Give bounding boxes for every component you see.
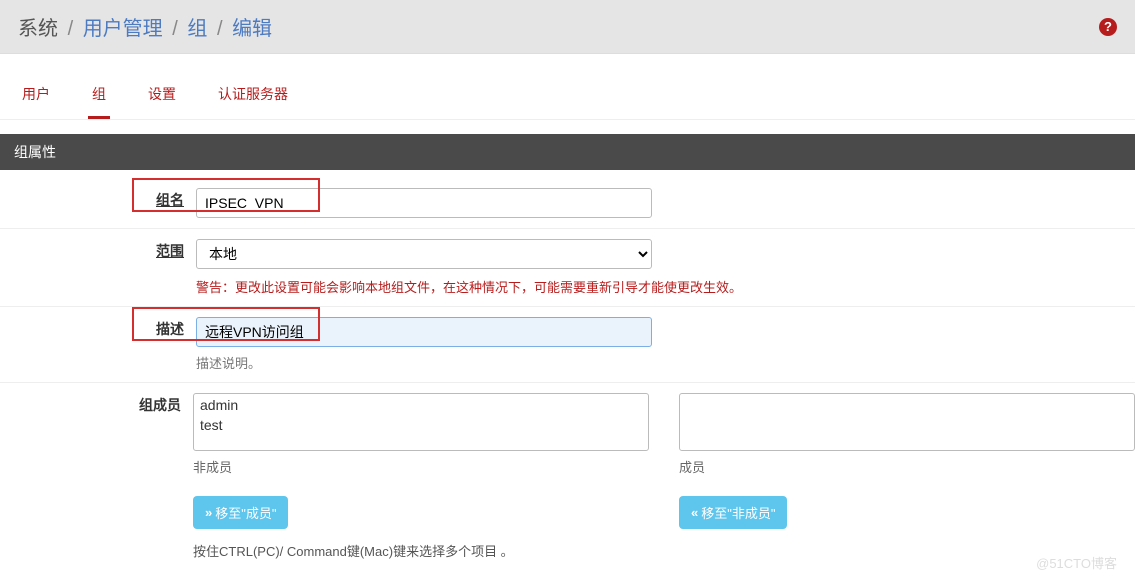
label-members: 组成员 bbox=[139, 397, 181, 413]
tab-row: 用户 组 设置 认证服务器 bbox=[0, 54, 1135, 120]
tab-groups[interactable]: 组 bbox=[88, 76, 110, 119]
breadcrumb-group[interactable]: 组 bbox=[187, 18, 207, 40]
panel-title: 组属性 bbox=[0, 134, 1135, 170]
tab-auth-servers[interactable]: 认证服务器 bbox=[214, 76, 292, 119]
form-area: 组名 范围 本地 警告：更改此设置可能会影响本地组文件，在这种情况下，可能需要重… bbox=[0, 170, 1135, 582]
breadcrumb: 系统 / 用户管理 / 组 / 编辑 bbox=[18, 12, 272, 41]
multi-select-hint: 按住CTRL(PC)/ Command键(Mac)键来选择多个项目 。 bbox=[193, 541, 649, 560]
breadcrumb-system: 系统 bbox=[18, 18, 58, 40]
label-group-name: 组名 bbox=[156, 192, 184, 208]
move-to-members-button[interactable]: » 移至"成员" bbox=[193, 496, 288, 529]
non-members-label: 非成员 bbox=[193, 457, 649, 476]
help-icon[interactable]: ? bbox=[1099, 18, 1117, 36]
members-column: 成员 bbox=[679, 393, 1135, 476]
non-members-column: admin test 非成员 bbox=[193, 393, 649, 476]
non-members-listbox[interactable]: admin test bbox=[193, 393, 649, 451]
list-item[interactable]: test bbox=[198, 416, 644, 436]
row-move-buttons: » 移至"成员" 按住CTRL(PC)/ Command键(Mac)键来选择多个… bbox=[0, 486, 1135, 570]
tab-users[interactable]: 用户 bbox=[18, 76, 54, 119]
description-help: 描述说明。 bbox=[196, 353, 1135, 372]
breadcrumb-sep: / bbox=[68, 18, 74, 40]
row-scope: 范围 本地 警告：更改此设置可能会影响本地组文件，在这种情况下，可能需要重新引导… bbox=[0, 229, 1135, 307]
row-group-name: 组名 bbox=[0, 178, 1135, 229]
chevron-right-icon: » bbox=[205, 505, 209, 520]
breadcrumb-bar: 系统 / 用户管理 / 组 / 编辑 ? bbox=[0, 0, 1135, 54]
move-to-nonmembers-label: 移至"非成员" bbox=[701, 503, 775, 522]
row-members: 组成员 admin test 非成员 成员 bbox=[0, 383, 1135, 486]
breadcrumb-edit[interactable]: 编辑 bbox=[232, 18, 272, 40]
scope-select[interactable]: 本地 bbox=[196, 239, 652, 269]
breadcrumb-sep: / bbox=[217, 18, 223, 40]
group-name-input[interactable] bbox=[196, 188, 652, 218]
tab-settings[interactable]: 设置 bbox=[144, 76, 180, 119]
move-to-members-label: 移至"成员" bbox=[215, 503, 276, 522]
row-description: 描述 描述说明。 bbox=[0, 307, 1135, 383]
list-item[interactable]: admin bbox=[198, 396, 644, 416]
label-description: 描述 bbox=[156, 321, 184, 337]
breadcrumb-sep: / bbox=[172, 18, 178, 40]
move-to-nonmembers-button[interactable]: « 移至"非成员" bbox=[679, 496, 787, 529]
members-label: 成员 bbox=[679, 457, 1135, 476]
label-scope: 范围 bbox=[156, 243, 184, 259]
breadcrumb-user-management[interactable]: 用户管理 bbox=[83, 18, 163, 40]
description-input[interactable] bbox=[196, 317, 652, 347]
members-listbox[interactable] bbox=[679, 393, 1135, 451]
scope-warning: 警告：更改此设置可能会影响本地组文件，在这种情况下，可能需要重新引导才能使更改生… bbox=[196, 277, 1135, 296]
chevron-left-icon: « bbox=[691, 505, 695, 520]
